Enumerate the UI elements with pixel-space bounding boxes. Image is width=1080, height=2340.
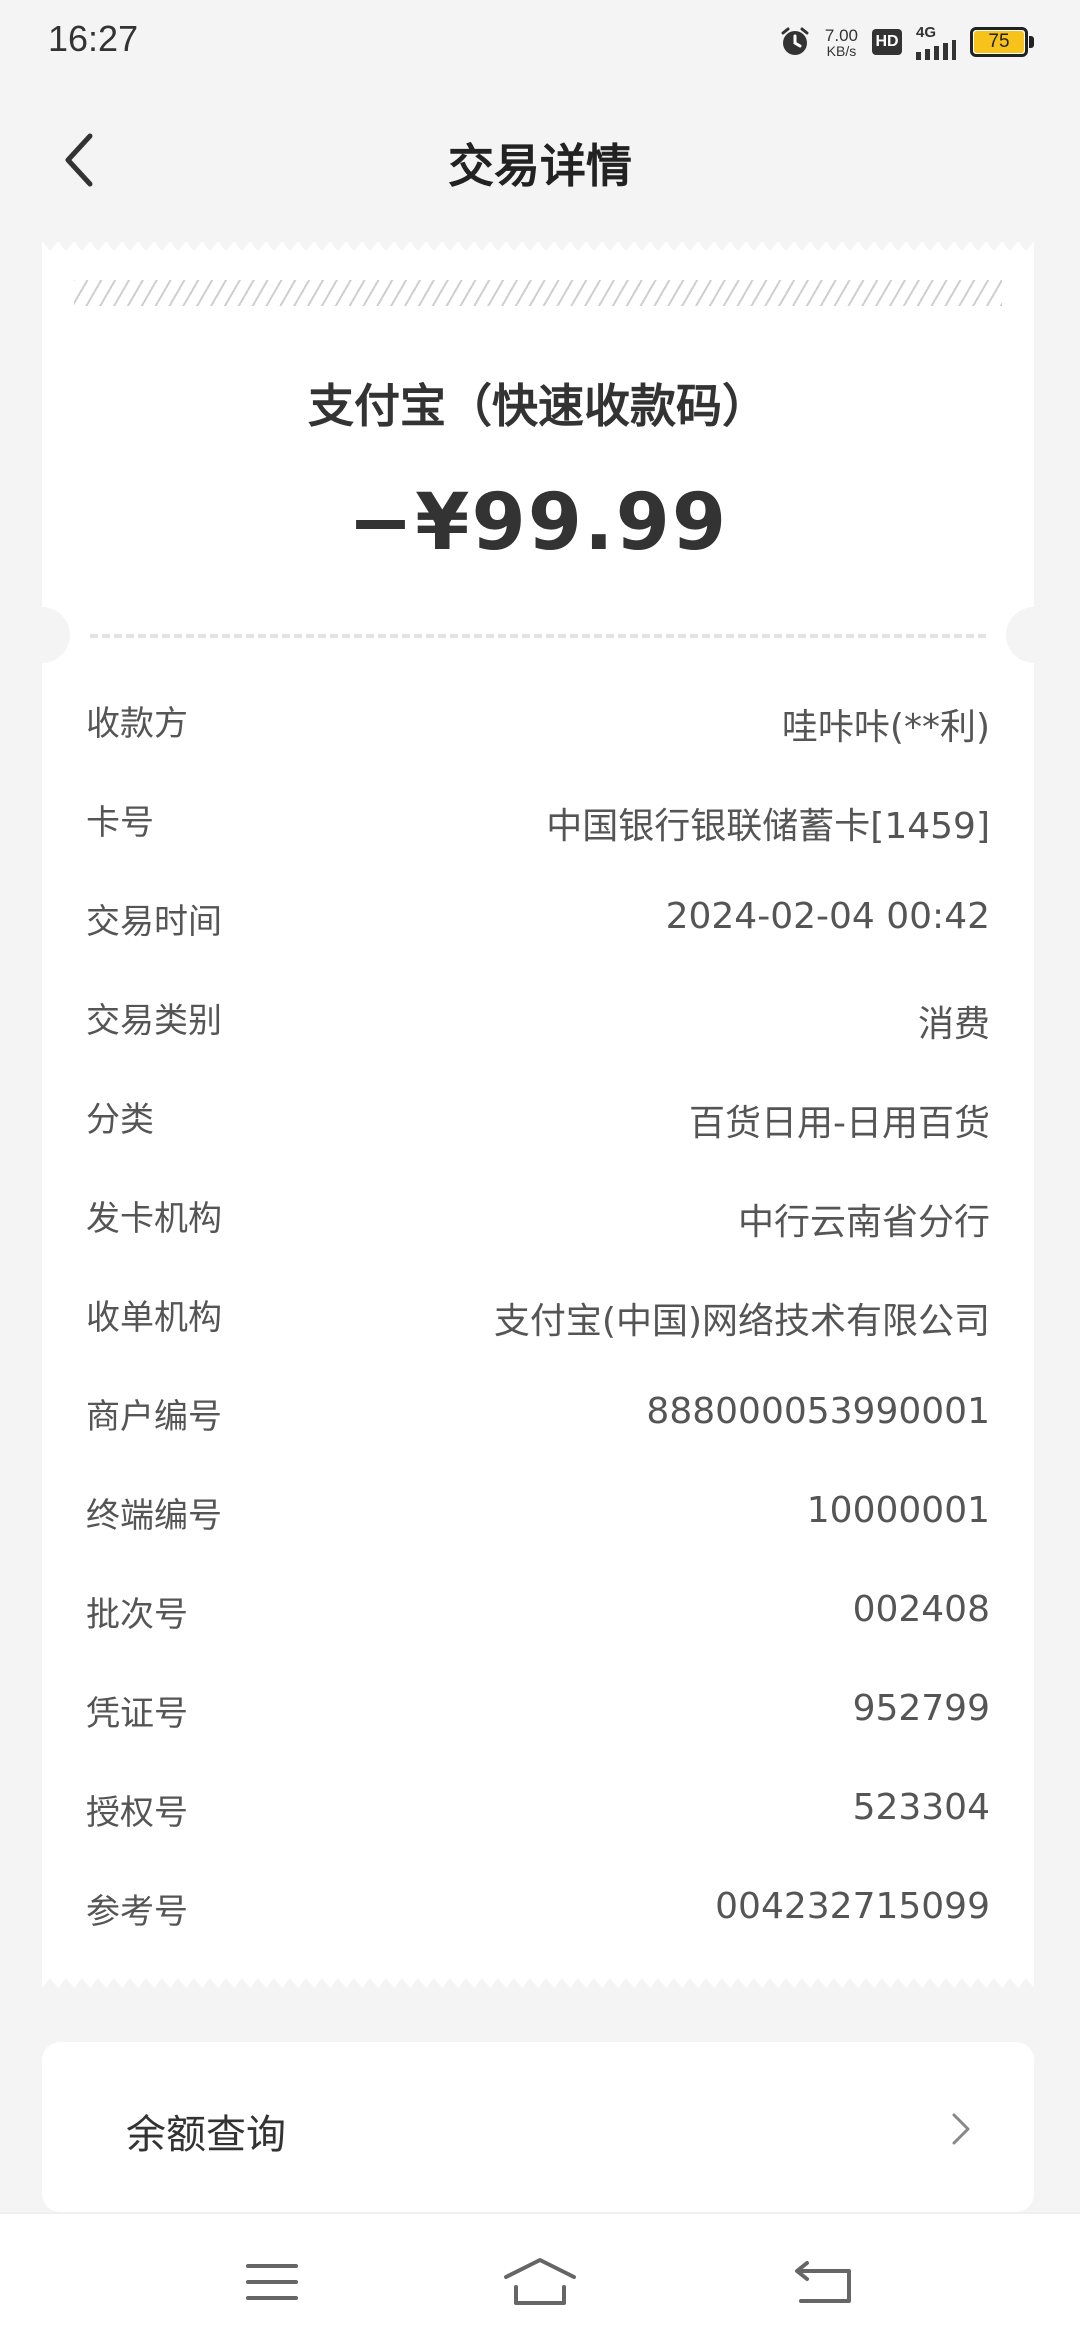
detail-label: 交易时间 [86,902,222,942]
detail-row: 授权号 523304 [86,1771,990,1870]
detail-value: 002408 [852,1589,990,1630]
receipt-notch-right [1006,607,1062,663]
balance-query-item[interactable]: 余额查询 [42,2042,1034,2212]
detail-row: 收款方 哇咔咔(**利) [86,682,990,781]
network-type: 4G [916,23,937,41]
detail-row: 卡号 中国银行银联储蓄卡[1459] [86,781,990,880]
alarm-icon [779,26,811,58]
back-icon [795,2261,851,2303]
detail-value: 888000053990001 [646,1391,990,1432]
zigzag-edge-top [42,241,1034,251]
transaction-amount: −¥99.99 [347,478,729,568]
detail-label: 发卡机构 [86,1199,222,1239]
detail-label: 收单机构 [86,1298,222,1338]
detail-value: 中国银行银联储蓄卡[1459] [546,806,990,847]
battery-level: 75 [988,31,1010,52]
receipt-card: 支付宝（快速收款码） −¥99.99 收款方 哇咔咔(**利) 卡号 中国银行银联储蓄… [14,241,1062,1988]
status-bar: 16:27 7.00 KB/s HD 4G 75 [0,0,1080,84]
detail-row: 批次号 002408 [86,1573,990,1672]
detail-label: 授权号 [86,1793,188,1833]
detail-value: 消费 [917,1004,990,1045]
detail-label: 终端编号 [86,1496,222,1536]
detail-value: 百货日用-日用百货 [689,1103,990,1144]
system-nav-bar [0,2212,1080,2340]
detail-row: 参考号 004232715099 [86,1870,990,1969]
nav-menu-button[interactable] [232,2252,312,2312]
detail-row: 交易类别 消费 [86,979,990,1078]
net-speed: 7.00 KB/s [825,27,858,58]
detail-row: 分类 百货日用-日用百货 [86,1078,990,1177]
detail-value: 004232715099 [715,1886,990,1927]
header: 交易详情 [0,110,1080,210]
detail-value: 2024-02-04 00:42 [665,896,990,937]
net-speed-unit: KB/s [826,42,857,59]
detail-label: 分类 [86,1100,154,1140]
battery-icon: 75 [970,27,1034,57]
detail-row: 终端编号 10000001 [86,1474,990,1573]
hatch-divider [74,280,1002,306]
detail-row: 交易时间 2024-02-04 00:42 [86,880,990,979]
status-icons: 7.00 KB/s HD 4G 75 [779,22,1034,62]
detail-row: 发卡机构 中行云南省分行 [86,1177,990,1276]
detail-value: 952799 [852,1688,990,1729]
detail-value: 523304 [852,1787,990,1828]
nav-home-button[interactable] [500,2252,580,2312]
details-list: 收款方 哇咔咔(**利) 卡号 中国银行银联储蓄卡[1459] 交易时间 2024-02-… [86,682,990,1969]
status-time: 16:27 [48,18,139,59]
detail-label: 参考号 [86,1892,188,1932]
detail-value: 哇咔咔(**利) [781,707,990,748]
balance-query-label: 余额查询 [126,2112,286,2158]
signal-icon: 4G [916,25,956,60]
dashed-divider [90,634,986,638]
detail-value: 10000001 [806,1490,990,1531]
page-title: 交易详情 [448,139,632,193]
detail-row: 收单机构 支付宝(中国)网络技术有限公司 [86,1276,990,1375]
detail-label: 交易类别 [86,1001,222,1041]
merchant-title: 支付宝（快速收款码） [308,379,768,433]
chevron-right-icon [952,2113,970,2145]
detail-label: 批次号 [86,1595,188,1635]
detail-label: 商户编号 [86,1397,222,1437]
net-speed-value: 7.00 [824,25,858,45]
detail-row: 凭证号 952799 [86,1672,990,1771]
detail-value: 支付宝(中国)网络技术有限公司 [493,1301,990,1342]
menu-icon [246,2264,298,2300]
detail-label: 收款方 [86,704,188,744]
home-icon [504,2258,576,2305]
hd-badge: HD [872,29,902,55]
detail-row: 商户编号 888000053990001 [86,1375,990,1474]
nav-back-button[interactable] [784,2252,864,2312]
receipt-notch-left [14,607,70,663]
detail-label: 凭证号 [86,1694,188,1734]
zigzag-edge-bottom [42,1978,1034,1988]
detail-value: 中行云南省分行 [737,1202,990,1243]
detail-label: 卡号 [86,803,154,843]
